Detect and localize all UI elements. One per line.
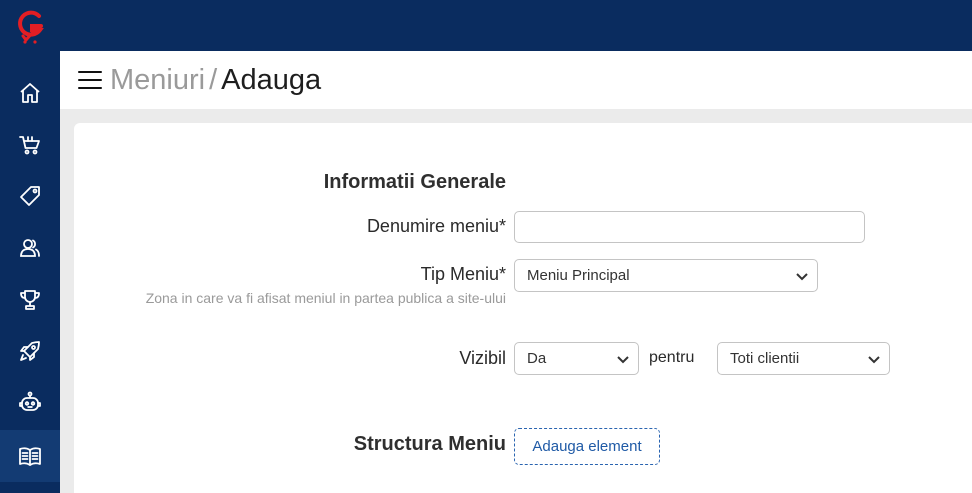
chevron-down-icon: [796, 272, 808, 280]
sidebar-item-orders[interactable]: [0, 119, 60, 171]
brand-logo[interactable]: [0, 0, 60, 51]
form-card: Informatii Generale Denumire meniu* Tip …: [74, 123, 972, 493]
menu-structure-title: Structura Meniu: [353, 433, 506, 455]
sidebar-item-automation[interactable]: [0, 377, 60, 429]
for-label: pentru: [649, 349, 695, 366]
menu-toggle-icon[interactable]: [78, 69, 102, 91]
sidebar-item-content[interactable]: [0, 430, 60, 482]
menu-type-select[interactable]: Meniu Principal: [514, 259, 818, 292]
general-info-title: Informatii Generale: [323, 171, 506, 193]
trophy-icon: [20, 290, 40, 310]
visible-select[interactable]: Da: [514, 342, 639, 375]
sidebar: [0, 0, 60, 493]
clients-select[interactable]: Toti clientii: [717, 342, 890, 375]
sidebar-item-products[interactable]: [0, 170, 60, 222]
users-icon: [20, 239, 40, 257]
tag-icon: [20, 186, 40, 206]
visible-value: Da: [527, 350, 547, 367]
page-header: Meniuri / Adauga: [60, 51, 972, 109]
sidebar-item-loyalty[interactable]: [0, 274, 60, 326]
menu-type-label: Tip Meniu*: [420, 264, 506, 284]
book-icon: [19, 447, 41, 466]
sidebar-item-home[interactable]: [0, 67, 60, 119]
home-icon: [20, 83, 40, 103]
menu-type-value: Meniu Principal: [527, 267, 630, 284]
robot-icon: [19, 391, 41, 411]
sidebar-item-customers[interactable]: [0, 222, 60, 274]
shopping-cart-icon: [19, 136, 40, 155]
menu-name-input[interactable]: [514, 211, 865, 243]
breadcrumb-separator: /: [209, 63, 218, 96]
chevron-down-icon: [617, 355, 629, 363]
menu-type-hint: Zona in care va fi afisat meniul in part…: [145, 290, 506, 306]
logo-icon: [18, 10, 44, 44]
add-element-button[interactable]: Adauga element: [514, 428, 660, 465]
page-title: Adauga: [221, 63, 322, 96]
clients-value: Toti clientii: [730, 350, 800, 367]
chevron-down-icon: [868, 355, 880, 363]
visible-label: Vizibil: [459, 348, 506, 368]
sidebar-item-marketing[interactable]: [0, 325, 60, 377]
rocket-icon: [20, 341, 40, 361]
top-bar: [60, 0, 972, 51]
breadcrumb: Meniuri / Adauga: [110, 63, 322, 96]
menu-name-label: Denumire meniu*: [366, 216, 506, 236]
breadcrumb-parent[interactable]: Meniuri: [110, 64, 205, 96]
